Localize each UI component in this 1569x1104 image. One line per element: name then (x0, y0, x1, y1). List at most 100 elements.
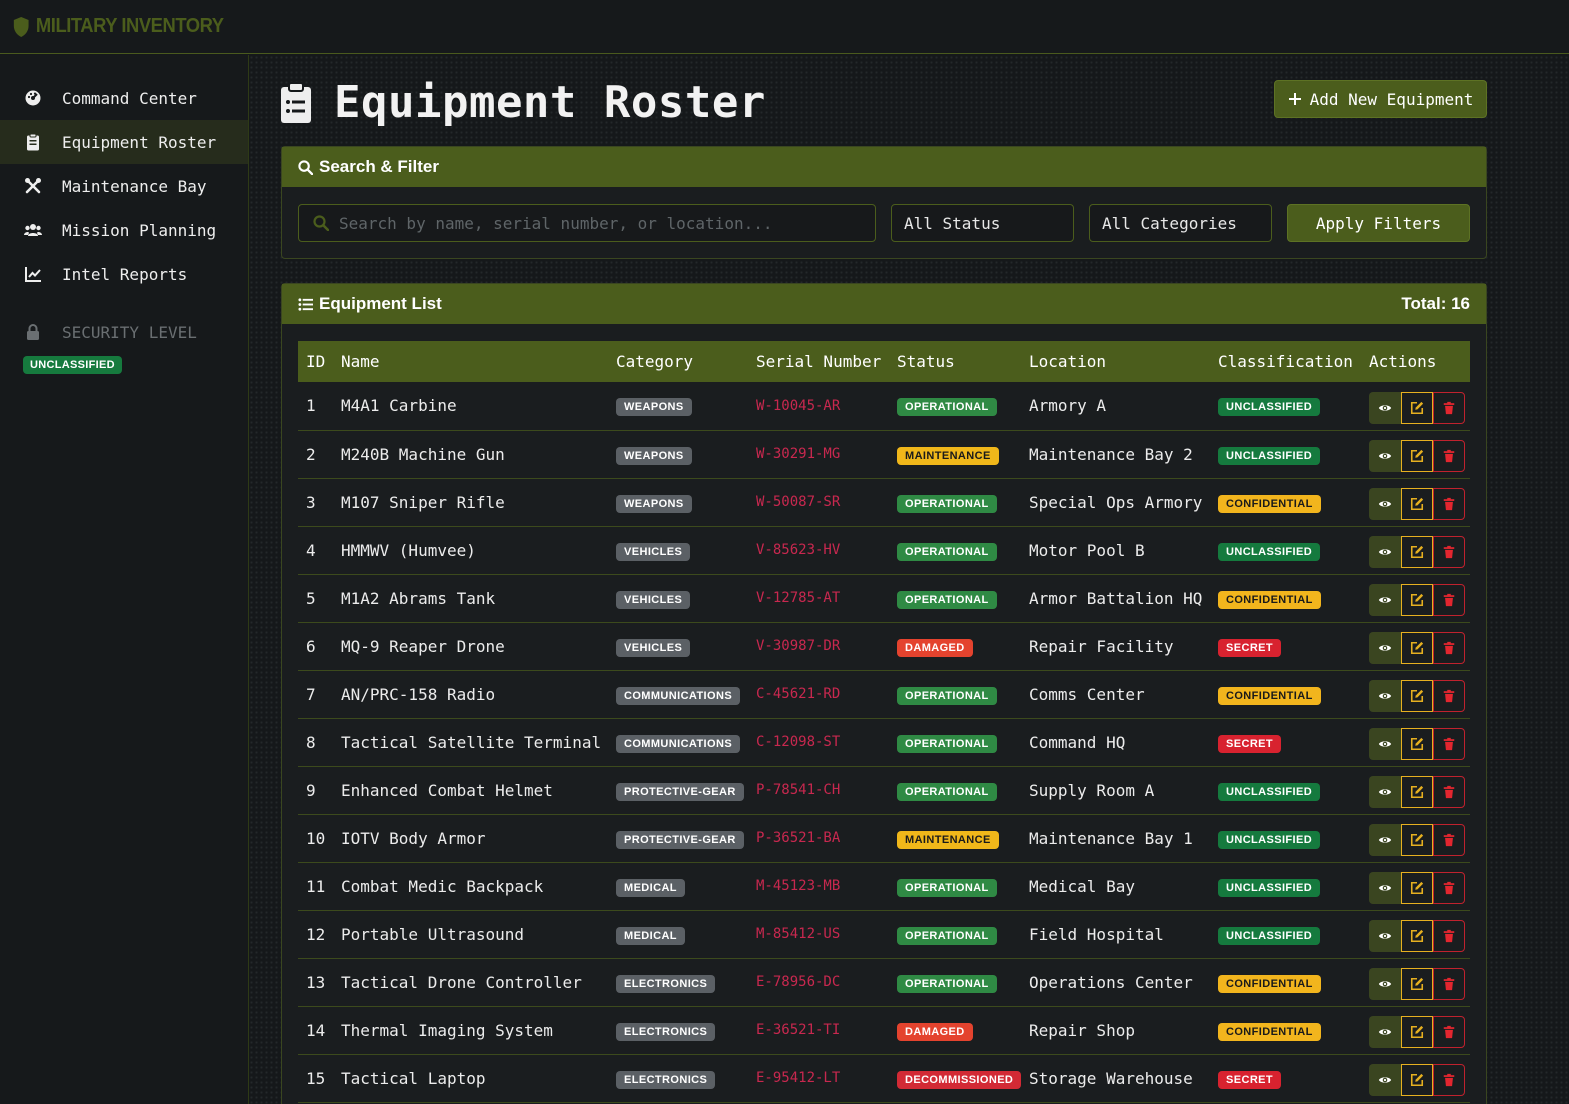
view-button[interactable] (1369, 1016, 1401, 1048)
delete-button[interactable] (1433, 1016, 1465, 1048)
column-header[interactable]: Category (608, 341, 748, 382)
view-button[interactable] (1369, 440, 1401, 472)
sidebar-item-equipment-roster[interactable]: Equipment Roster (0, 120, 248, 164)
search-icon (313, 215, 329, 231)
delete-button[interactable] (1433, 968, 1465, 1000)
edit-icon (1410, 785, 1424, 799)
view-button[interactable] (1369, 968, 1401, 1000)
view-button[interactable] (1369, 776, 1401, 808)
search-field[interactable] (298, 204, 876, 242)
table-row[interactable]: 1 M4A1 Carbine WEAPONS W-10045-AR OPERAT… (298, 382, 1470, 430)
cell-id: 14 (306, 1020, 326, 1040)
column-header[interactable]: Location (1021, 341, 1210, 382)
edit-button[interactable] (1401, 440, 1433, 472)
sidebar-item-intel-reports[interactable]: Intel Reports (0, 252, 248, 296)
delete-button[interactable] (1433, 824, 1465, 856)
search-filter-title: Search & Filter (319, 157, 439, 176)
view-button[interactable] (1369, 536, 1401, 568)
column-header[interactable]: Classification (1210, 341, 1361, 382)
delete-button[interactable] (1433, 728, 1465, 760)
edit-button[interactable] (1401, 968, 1433, 1000)
eye-icon (1378, 837, 1392, 843)
edit-button[interactable] (1401, 536, 1433, 568)
status-select[interactable]: All Status (891, 204, 1074, 242)
column-header[interactable]: ID (298, 341, 333, 382)
sidebar-item-command-center[interactable]: Command Center (0, 76, 248, 120)
edit-button[interactable] (1401, 488, 1433, 520)
table-row[interactable]: 13 Tactical Drone Controller ELECTRONICS… (298, 958, 1470, 1006)
equipment-list-header: Equipment List Total: 16 (282, 284, 1486, 324)
table-row[interactable]: 11 Combat Medic Backpack MEDICAL M-45123… (298, 862, 1470, 910)
delete-button[interactable] (1433, 632, 1465, 664)
delete-button[interactable] (1433, 584, 1465, 616)
cell-id: 8 (306, 732, 316, 752)
status-badge: OPERATIONAL (897, 878, 997, 897)
sidebar-item-mission-planning[interactable]: Mission Planning (0, 208, 248, 252)
edit-icon (1410, 929, 1424, 943)
table-row[interactable]: 6 MQ-9 Reaper Drone VEHICLES V-30987-DR … (298, 622, 1470, 670)
view-button[interactable] (1369, 680, 1401, 712)
edit-button[interactable] (1401, 391, 1433, 424)
view-button[interactable] (1369, 1064, 1401, 1096)
cell-status: DECOMMISSIONED (889, 1054, 1021, 1102)
table-row[interactable]: 12 Portable Ultrasound MEDICAL M-85412-U… (298, 910, 1470, 958)
add-equipment-button[interactable]: Add New Equipment (1274, 80, 1487, 118)
cell-serial: E-95412-LT (756, 1070, 841, 1086)
cell-name: Tactical Drone Controller (341, 972, 582, 992)
view-button[interactable] (1369, 824, 1401, 856)
table-row[interactable]: 8 Tactical Satellite Terminal COMMUNICAT… (298, 718, 1470, 766)
classification-badge: UNCLASSIFIED (1218, 398, 1321, 417)
cell-id: 9 (306, 780, 316, 800)
cell-name: AN/PRC-158 Radio (341, 684, 496, 704)
edit-button[interactable] (1401, 632, 1433, 664)
edit-button[interactable] (1401, 1064, 1433, 1096)
column-header[interactable]: Serial Number (748, 341, 889, 382)
delete-button[interactable] (1433, 1064, 1465, 1096)
view-button[interactable] (1369, 872, 1401, 904)
table-row[interactable]: 3 M107 Sniper Rifle WEAPONS W-50087-SR O… (298, 478, 1470, 526)
view-button[interactable] (1369, 584, 1401, 616)
edit-button[interactable] (1401, 920, 1433, 952)
edit-button[interactable] (1401, 1016, 1433, 1048)
delete-button[interactable] (1433, 536, 1465, 568)
brand[interactable]: MILITARY INVENTORY (12, 15, 224, 38)
table-row[interactable]: 4 HMMWV (Humvee) VEHICLES V-85623-HV OPE… (298, 526, 1470, 574)
category-select[interactable]: All Categories (1089, 204, 1272, 242)
column-header[interactable]: Name (333, 341, 608, 382)
view-button[interactable] (1369, 488, 1401, 520)
column-header[interactable]: Status (889, 341, 1021, 382)
cell-serial: W-30291-MG (756, 446, 841, 462)
edit-button[interactable] (1401, 728, 1433, 760)
edit-button[interactable] (1401, 872, 1433, 904)
add-equipment-label: Add New Equipment (1309, 89, 1474, 109)
apply-filters-button[interactable]: Apply Filters (1287, 204, 1470, 242)
delete-button[interactable] (1433, 776, 1465, 808)
edit-button[interactable] (1401, 776, 1433, 808)
delete-button[interactable] (1433, 872, 1465, 904)
cell-serial: M-85412-US (756, 926, 841, 942)
delete-button[interactable] (1433, 391, 1465, 424)
delete-button[interactable] (1433, 680, 1465, 712)
table-row[interactable]: 7 AN/PRC-158 Radio COMMUNICATIONS C-4562… (298, 670, 1470, 718)
table-row[interactable]: 15 Tactical Laptop ELECTRONICS E-95412-L… (298, 1054, 1470, 1102)
table-row[interactable]: 10 IOTV Body Armor PROTECTIVE-GEAR P-365… (298, 814, 1470, 862)
delete-button[interactable] (1433, 920, 1465, 952)
view-button[interactable] (1369, 632, 1401, 664)
cell-id: 5 (306, 588, 316, 608)
table-row[interactable]: 2 M240B Machine Gun WEAPONS W-30291-MG M… (298, 430, 1470, 478)
cell-classification: UNCLASSIFIED (1210, 910, 1361, 958)
search-input[interactable] (339, 213, 859, 233)
delete-button[interactable] (1433, 488, 1465, 520)
sidebar-item-maintenance-bay[interactable]: Maintenance Bay (0, 164, 248, 208)
table-row[interactable]: 5 M1A2 Abrams Tank VEHICLES V-12785-AT O… (298, 574, 1470, 622)
view-button[interactable] (1369, 728, 1401, 760)
delete-button[interactable] (1433, 440, 1465, 472)
edit-button[interactable] (1401, 680, 1433, 712)
sidebar-item-label: Command Center (62, 88, 197, 108)
table-row[interactable]: 14 Thermal Imaging System ELECTRONICS E-… (298, 1006, 1470, 1054)
edit-button[interactable] (1401, 584, 1433, 616)
edit-button[interactable] (1401, 824, 1433, 856)
view-button[interactable] (1369, 391, 1401, 424)
table-row[interactable]: 9 Enhanced Combat Helmet PROTECTIVE-GEAR… (298, 766, 1470, 814)
view-button[interactable] (1369, 920, 1401, 952)
